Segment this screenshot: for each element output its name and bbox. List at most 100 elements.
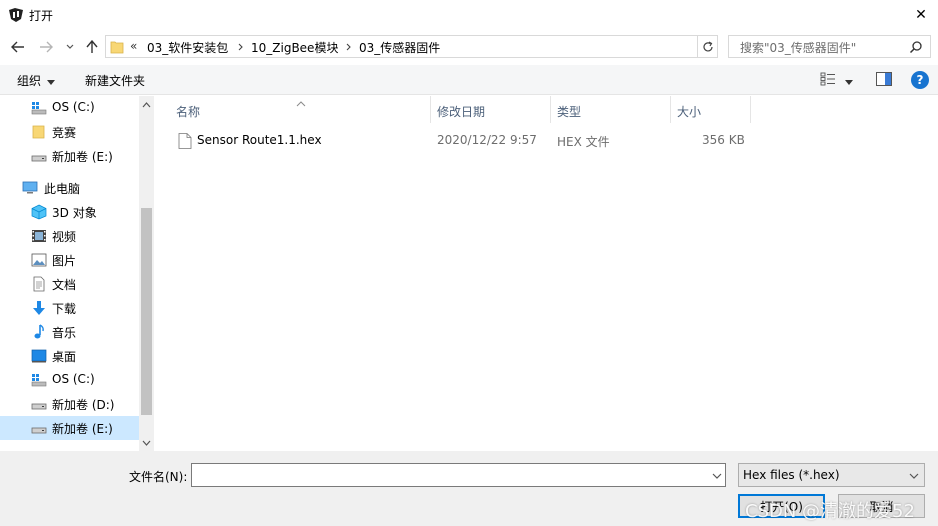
video-icon [31, 228, 47, 244]
column-header-label: 大小 [677, 105, 702, 119]
preview-pane-icon[interactable] [876, 72, 892, 86]
close-icon: ✕ [915, 7, 927, 23]
drive-icon [31, 396, 47, 412]
column-header-label: 名称 [176, 105, 201, 119]
navigation-pane: OS (C:) 竞赛 新加卷 (E:) 此电脑 3D 对象 视频 图片 文档 下… [0, 96, 154, 451]
new-folder-button[interactable]: 新建文件夹 [85, 72, 145, 89]
filetype-value: Hex files (*.hex) [743, 468, 840, 482]
column-header-label: 修改日期 [437, 105, 486, 119]
refresh-button[interactable] [698, 35, 718, 58]
column-header-name[interactable]: 名称 [176, 96, 431, 123]
scroll-down-button[interactable] [139, 434, 154, 451]
sidebar-item-label: 此电脑 [44, 182, 81, 196]
file-icon [178, 133, 192, 149]
sidebar-item-desktop[interactable]: 桌面 [0, 344, 139, 368]
sidebar-item-label: 新加卷 (E:) [52, 150, 113, 164]
up-button[interactable] [83, 38, 101, 56]
file-size: 356 KB [702, 133, 745, 147]
sidebar-item-downloads[interactable]: 下载 [0, 296, 139, 320]
drive-icon [31, 148, 47, 164]
sidebar-item-label: 视频 [52, 230, 77, 244]
app-icon [8, 7, 24, 23]
sidebar-item-drive-e-selected[interactable]: 新加卷 (E:) [0, 416, 139, 440]
sidebar-item-documents[interactable]: 文档 [0, 272, 139, 296]
chevron-up-icon [142, 101, 151, 107]
arrow-left-icon [11, 41, 24, 53]
column-header-modified[interactable]: 修改日期 [431, 96, 551, 123]
filetype-select[interactable]: Hex files (*.hex) [738, 463, 925, 487]
sidebar-item-label: 桌面 [52, 350, 77, 364]
organize-button[interactable]: 组织 [17, 72, 41, 89]
sidebar-item-os-c[interactable]: OS (C:) [0, 368, 139, 392]
breadcrumb-item[interactable]: 03_传感器固件 [359, 39, 440, 56]
address-bar[interactable]: « 03_软件安装包 10_ZigBee模块 03_传感器固件 [105, 35, 793, 58]
sidebar-item-videos[interactable]: 视频 [0, 224, 139, 248]
drive-icon [31, 420, 47, 436]
sidebar-item-music[interactable]: 音乐 [0, 320, 139, 344]
title-bar: 打开 ✕ [0, 0, 938, 30]
sidebar-item-folder[interactable]: 竞赛 [0, 120, 139, 144]
sidebar-item-label: 竞赛 [52, 126, 77, 140]
scroll-thumb[interactable] [141, 208, 152, 415]
column-header-type[interactable]: 类型 [551, 96, 671, 123]
folder-icon [31, 124, 47, 140]
sidebar-scrollbar[interactable] [139, 96, 154, 451]
this-pc-icon [22, 180, 38, 196]
sidebar-item-label: 新加卷 (D:) [52, 398, 115, 412]
help-icon[interactable]: ? [911, 71, 929, 89]
chevron-down-icon [712, 473, 722, 479]
sidebar-item-label: 下载 [52, 302, 77, 316]
filename-input[interactable] [191, 463, 726, 487]
sidebar-item-3d-objects[interactable]: 3D 对象 [0, 200, 139, 224]
download-icon [31, 300, 47, 316]
caret-down-icon[interactable] [845, 75, 853, 85]
sidebar-item-label: 新加卷 (E:) [52, 422, 113, 436]
column-header-size[interactable]: 大小 [671, 96, 751, 123]
scroll-up-button[interactable] [139, 96, 154, 113]
watermark: CSDN @清澈的爱52 [745, 501, 915, 522]
file-modified: 2020/12/22 9:57 [437, 133, 537, 147]
chevron-down-icon [142, 440, 151, 446]
sidebar-item-drive-d[interactable]: 新加卷 (D:) [0, 392, 139, 416]
sidebar-item-label: OS (C:) [52, 372, 95, 386]
os-drive-icon [31, 372, 47, 388]
toolbar: 组织 新建文件夹 [0, 65, 938, 95]
chevron-down-icon [66, 44, 74, 49]
caret-down-icon[interactable] [47, 75, 55, 85]
back-button[interactable] [9, 38, 27, 56]
breadcrumb-item[interactable]: 03_软件安装包 [147, 39, 228, 56]
breadcrumb-overflow[interactable]: « [130, 39, 137, 53]
view-options-icon[interactable] [820, 72, 836, 86]
sidebar-item-label: 音乐 [52, 326, 77, 340]
sidebar-item-pictures[interactable]: 图片 [0, 248, 139, 272]
filename-dropdown-button[interactable] [711, 470, 723, 482]
search-placeholder: 搜索"03_传感器固件" [740, 41, 857, 55]
filename-label: 文件名(N): [129, 470, 188, 484]
sidebar-item-this-pc[interactable]: 此电脑 [0, 176, 139, 200]
sidebar-item-os-c[interactable]: OS (C:) [0, 96, 139, 120]
pictures-icon [31, 252, 47, 268]
refresh-icon [702, 40, 713, 51]
search-icon [909, 40, 923, 54]
breadcrumb-item[interactable]: 10_ZigBee模块 [251, 39, 338, 56]
file-list[interactable]: 名称 修改日期 类型 大小 Sensor Route1.1.hex 2020/1… [156, 96, 938, 451]
search-input[interactable]: 搜索"03_传感器固件" [728, 35, 931, 58]
file-type: HEX 文件 [557, 135, 610, 149]
arrow-up-icon [86, 40, 98, 53]
sidebar-item-label: 3D 对象 [52, 206, 97, 220]
table-row[interactable]: Sensor Route1.1.hex 2020/12/22 9:57 HEX … [156, 128, 756, 152]
music-icon [31, 324, 47, 340]
column-header-label: 类型 [557, 105, 582, 119]
desktop-icon [31, 348, 47, 364]
chevron-right-icon[interactable] [235, 40, 245, 54]
recent-locations-button[interactable] [64, 38, 76, 56]
sidebar-item-label: OS (C:) [52, 100, 95, 114]
sidebar-item-label: 图片 [52, 254, 77, 268]
sidebar-item-drive-e[interactable]: 新加卷 (E:) [0, 144, 139, 168]
forward-button[interactable] [37, 38, 55, 56]
close-button[interactable]: ✕ [904, 0, 938, 30]
arrow-right-icon [40, 41, 53, 53]
sidebar-item-label: 文档 [52, 278, 77, 292]
chevron-right-icon[interactable] [343, 40, 353, 54]
file-name: Sensor Route1.1.hex [197, 133, 322, 147]
